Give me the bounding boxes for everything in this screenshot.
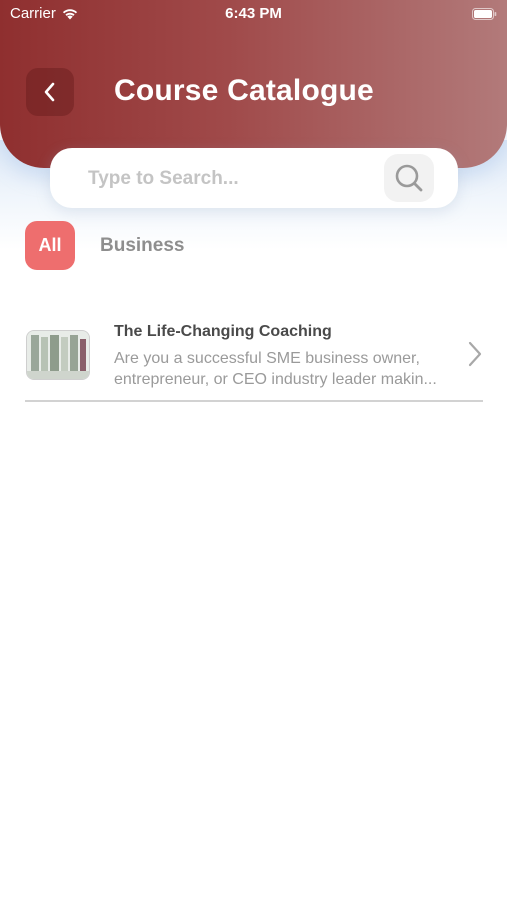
search-input[interactable] (86, 148, 380, 210)
status-time: 6:43 PM (225, 5, 282, 22)
chevron-left-icon (44, 82, 55, 102)
tab-business[interactable]: Business (100, 235, 184, 257)
search-bar (50, 148, 458, 210)
course-description-line: entrepreneur, or CEO industry leader mak… (114, 371, 437, 388)
course-list-item[interactable]: The Life-Changing Coaching Are you a suc… (25, 318, 483, 402)
battery-icon (472, 8, 497, 20)
status-bar: Carrier 6:43 PM (0, 0, 507, 28)
course-description: Are you a successful SME business owner,… (114, 348, 459, 390)
tab-all[interactable]: All (25, 221, 75, 270)
course-description-line: Are you a successful SME business owner, (114, 350, 420, 367)
back-button[interactable] (26, 68, 74, 116)
course-title: The Life-Changing Coaching (114, 323, 332, 340)
page-title: Course Catalogue (114, 74, 374, 107)
search-button[interactable] (384, 154, 434, 202)
chevron-right-icon (468, 341, 482, 367)
search-icon (395, 164, 423, 192)
course-thumbnail (26, 330, 90, 380)
